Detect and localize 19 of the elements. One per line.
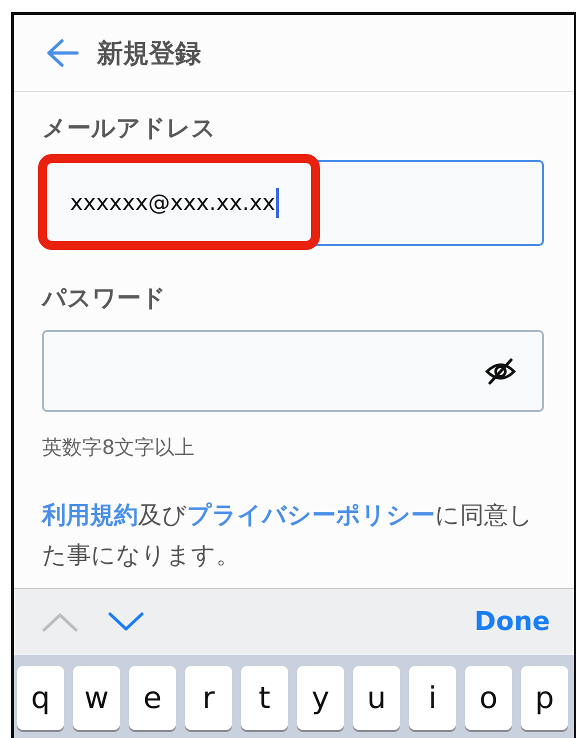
key[interactable]: o [465, 666, 512, 730]
page-title: 新規登録 [97, 38, 201, 70]
terms-notice: 利用規約及びプライバシーポリシーに同意した事になります。 [42, 500, 534, 571]
key[interactable]: y [297, 666, 344, 730]
key[interactable]: q [17, 666, 64, 730]
eye-slash-icon[interactable] [485, 358, 516, 384]
key[interactable]: w [73, 666, 120, 730]
password-label: パスワード [42, 283, 167, 314]
key[interactable]: i [409, 666, 456, 730]
password-hint: 英数字8文字以上 [42, 434, 196, 461]
key[interactable]: r [185, 666, 232, 730]
key[interactable]: t [241, 666, 288, 730]
key[interactable]: e [129, 666, 176, 730]
password-field[interactable] [42, 330, 544, 412]
back-arrow-icon[interactable] [45, 38, 79, 68]
chevron-down-icon[interactable] [108, 612, 144, 632]
key[interactable]: p [521, 666, 568, 730]
key[interactable]: u [353, 666, 400, 730]
email-label: メールアドレス [42, 113, 217, 144]
